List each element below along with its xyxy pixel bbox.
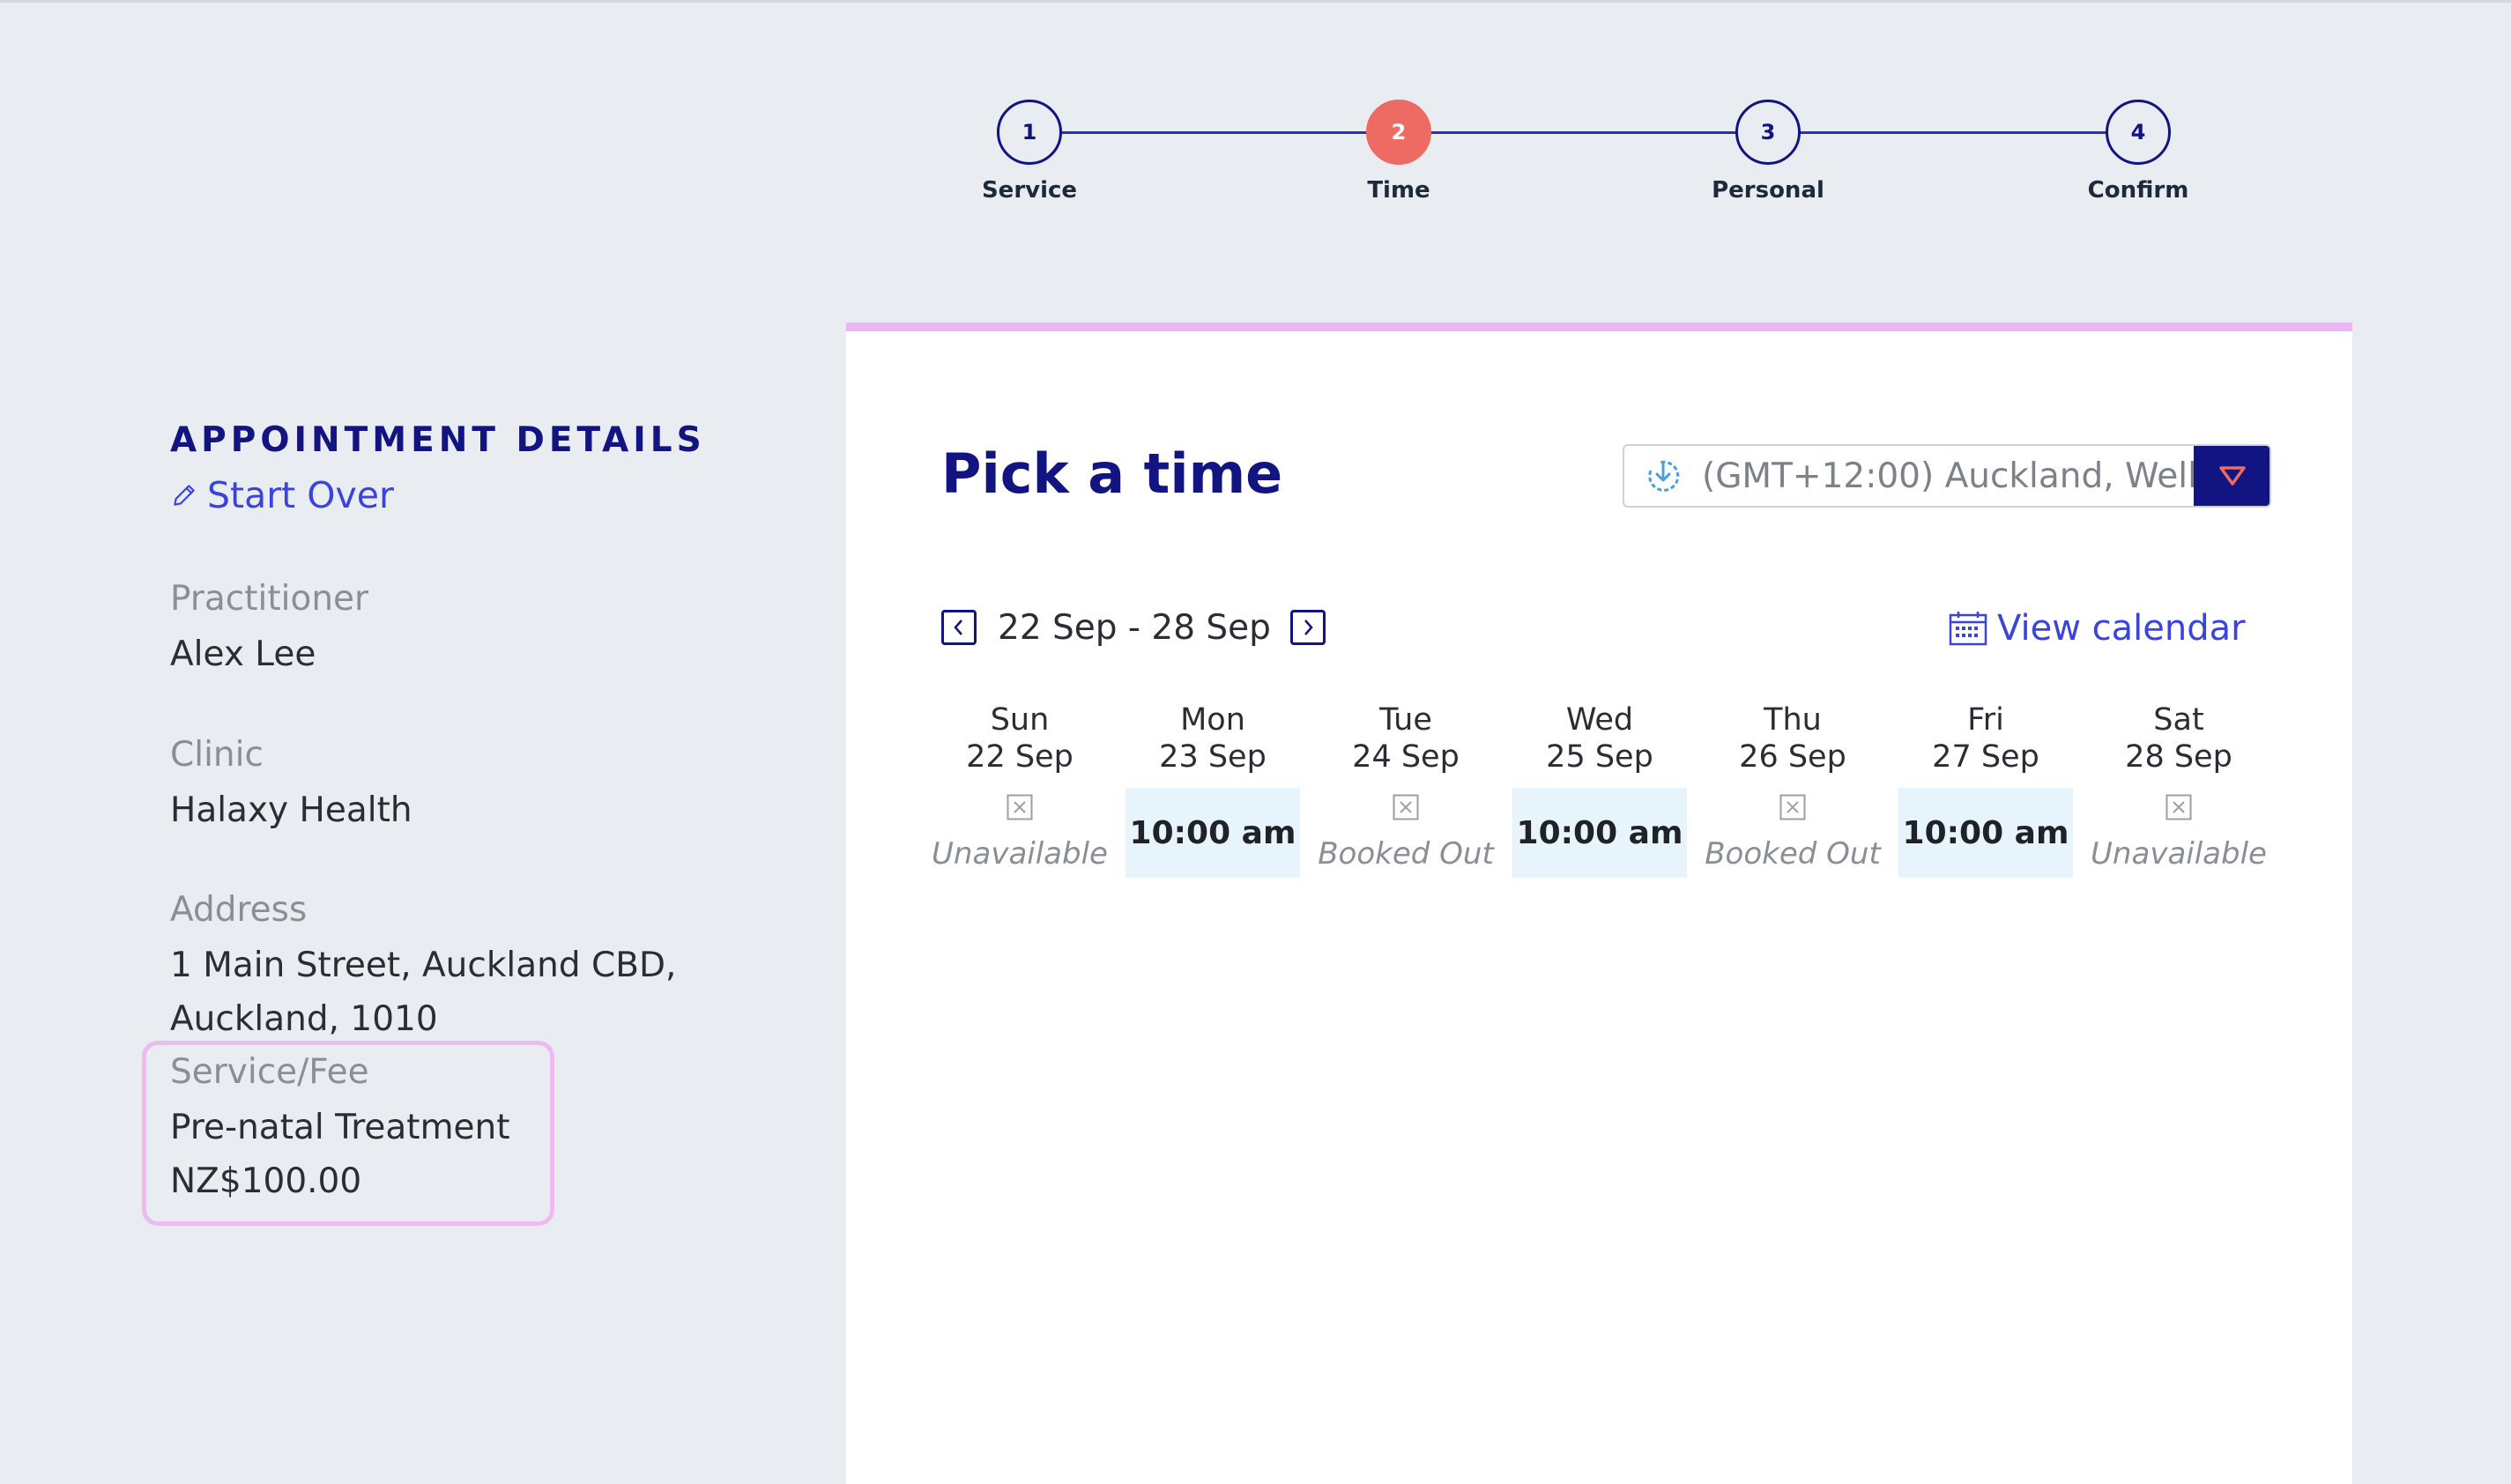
day-name: Thu (1764, 702, 1822, 738)
status-text: Unavailable (932, 836, 1108, 872)
step-label: Service (981, 177, 1078, 204)
day-date: 25 Sep (1546, 739, 1653, 775)
timezone-dropdown-button[interactable] (2194, 446, 2270, 506)
timezone-icon (1648, 460, 1680, 492)
day-name: Sun (990, 702, 1050, 738)
address-line-2: Auckland, 1010 (170, 999, 438, 1039)
timezone-select[interactable]: (GMT+12:00) Auckland, Wellington (1623, 444, 2271, 508)
appointment-details-heading: APPOINTMENT DETAILS (170, 420, 706, 460)
service-fee: NZ$100.00 (170, 1161, 362, 1201)
practitioner-value: Alex Lee (170, 634, 316, 674)
service-name: Pre-natal Treatment (170, 1108, 510, 1147)
calendar-icon (1949, 612, 1987, 646)
step-label: Personal (1712, 177, 1824, 204)
start-over-label: Start Over (207, 474, 394, 516)
day-status-sat: Unavailable (2082, 794, 2276, 872)
view-calendar-label: View calendar (1997, 608, 2246, 649)
step-time: 2 Time (1293, 100, 1504, 204)
day-header-tue: Tue 24 Sep (1318, 701, 1494, 775)
week-range: 22 Sep - 28 Sep (998, 607, 1271, 648)
day-name: Wed (1565, 702, 1634, 738)
chevron-left-icon (954, 620, 962, 635)
practitioner-label: Practitioner (170, 579, 369, 619)
clinic-value: Halaxy Health (170, 790, 412, 830)
day-header-thu: Thu 26 Sep (1705, 701, 1881, 775)
step-service: 1 Service (924, 100, 1135, 204)
day-status-thu: Booked Out (1696, 794, 1890, 872)
day-header-wed: Wed 25 Sep (1512, 701, 1688, 775)
unavailable-icon (1007, 794, 1033, 820)
day-date: 22 Sep (966, 739, 1073, 775)
start-over-link[interactable]: Start Over (170, 474, 394, 516)
step-number: 3 (1735, 100, 1801, 165)
next-week-button[interactable] (1289, 610, 1326, 645)
time-slot-fri[interactable]: 10:00 am (1898, 788, 2073, 878)
time-slot-mon[interactable]: 10:00 am (1125, 788, 1300, 878)
caret-down-icon (2219, 466, 2246, 486)
step-label: Confirm (2087, 177, 2189, 204)
day-date: 23 Sep (1159, 739, 1267, 775)
booked-out-icon (1779, 794, 1806, 820)
day-header-fri: Fri 27 Sep (1898, 701, 2074, 775)
step-number: 2 (1366, 100, 1431, 165)
day-header-sat: Sat 28 Sep (2091, 701, 2267, 775)
day-header-mon: Mon 23 Sep (1125, 701, 1301, 775)
step-number: 1 (997, 100, 1062, 165)
day-status-tue: Booked Out (1309, 794, 1503, 872)
day-status-sun: Unavailable (923, 794, 1117, 872)
step-personal: 3 Personal (1662, 100, 1874, 204)
status-text: Booked Out (1318, 836, 1494, 872)
day-date: 27 Sep (1932, 739, 2039, 775)
day-date: 24 Sep (1352, 739, 1460, 775)
week-navigation: 22 Sep - 28 Sep (941, 606, 1326, 649)
chevron-right-icon (1304, 620, 1313, 635)
day-date: 26 Sep (1739, 739, 1846, 775)
pick-time-panel: Pick a time (GMT+12:00) Auckland, Wellin… (846, 323, 2352, 1484)
unavailable-icon (2166, 794, 2192, 820)
status-text: Unavailable (2091, 836, 2267, 872)
day-name: Mon (1180, 702, 1245, 738)
day-date: 28 Sep (2125, 739, 2232, 775)
day-name: Tue (1379, 702, 1432, 738)
top-border (0, 0, 2511, 3)
day-name: Sat (2153, 702, 2204, 738)
address-line-1: 1 Main Street, Auckland CBD, (170, 946, 677, 985)
step-label: Time (1367, 177, 1430, 204)
clinic-label: Clinic (170, 735, 264, 775)
day-name: Fri (1967, 702, 2004, 738)
time-slot-wed[interactable]: 10:00 am (1512, 788, 1687, 878)
pencil-icon (174, 485, 195, 506)
status-text: Booked Out (1705, 836, 1881, 872)
step-confirm: 4 Confirm (2032, 100, 2244, 204)
stepper-line (1029, 131, 2138, 134)
step-number: 4 (2106, 100, 2171, 165)
view-calendar-link[interactable]: View calendar (1948, 608, 2246, 649)
previous-week-button[interactable] (941, 610, 977, 645)
address-label: Address (170, 890, 308, 930)
booked-out-icon (1393, 794, 1419, 820)
day-header-sun: Sun 22 Sep (932, 701, 1108, 775)
service-fee-label: Service/Fee (170, 1052, 369, 1092)
page-title: Pick a time (941, 441, 1283, 506)
timezone-value: (GMT+12:00) Auckland, Wellington (1702, 456, 2195, 496)
